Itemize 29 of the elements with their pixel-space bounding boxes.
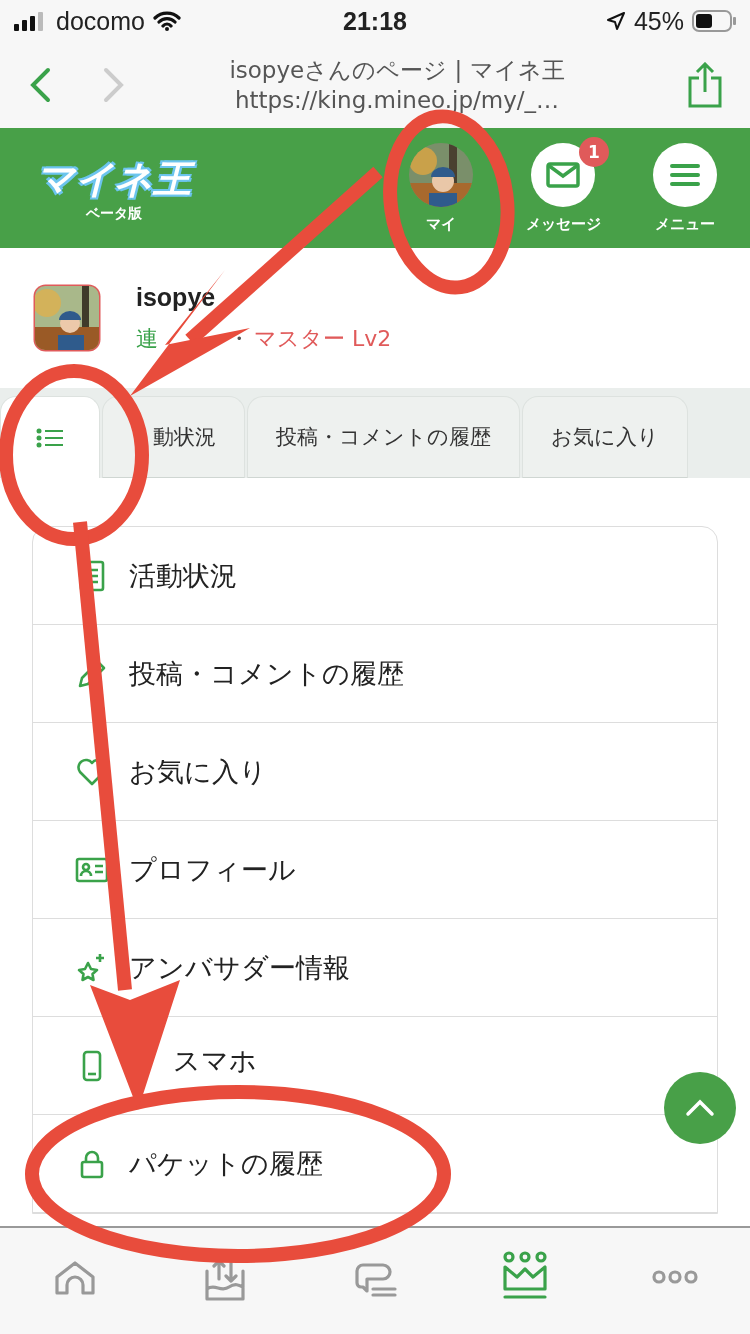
- tab[interactable]: 動状況: [102, 396, 245, 478]
- menu-item[interactable]: 活動状況: [129, 559, 237, 591]
- page-url[interactable]: https://king.mineo.jp/my/_…: [234, 85, 560, 115]
- share-icon[interactable]: [688, 62, 722, 108]
- menu-item[interactable]: パケットの履歴: [129, 1147, 323, 1179]
- menu-icon: [670, 162, 700, 187]
- link-status: 連: [136, 324, 159, 353]
- user-rank: マスター Lv2: [254, 324, 392, 353]
- logo-subtitle: ベータ版: [85, 205, 142, 223]
- unread-badge: 1: [579, 136, 609, 167]
- envelope-icon: [546, 161, 580, 188]
- location-icon: [605, 11, 626, 31]
- list-icon: [36, 427, 64, 448]
- separator-dot: ・: [228, 324, 250, 353]
- menu-item[interactable]: 投稿・コメントの履歴: [129, 657, 404, 689]
- menu-item[interactable]: プロフィール: [129, 853, 296, 885]
- menu-item[interactable]: お気に入り: [129, 755, 267, 787]
- page-title: isopyeさんのページ | マイネ王: [229, 56, 565, 85]
- chevron-up-icon: [685, 1099, 715, 1117]
- menu-item[interactable]: スマホ: [173, 1044, 257, 1076]
- menu-item[interactable]: アンバサダー情報: [129, 951, 350, 983]
- carrier-name: docomo: [56, 6, 145, 36]
- battery-percent: 45%: [633, 6, 684, 36]
- wifi-icon: [152, 11, 181, 31]
- tab[interactable]: 投稿・コメントの履歴: [247, 396, 520, 478]
- tab[interactable]: お気に入り: [522, 396, 688, 478]
- back-icon[interactable]: [28, 67, 52, 103]
- clock-time: 21:18: [343, 6, 407, 36]
- battery-icon: [692, 10, 736, 32]
